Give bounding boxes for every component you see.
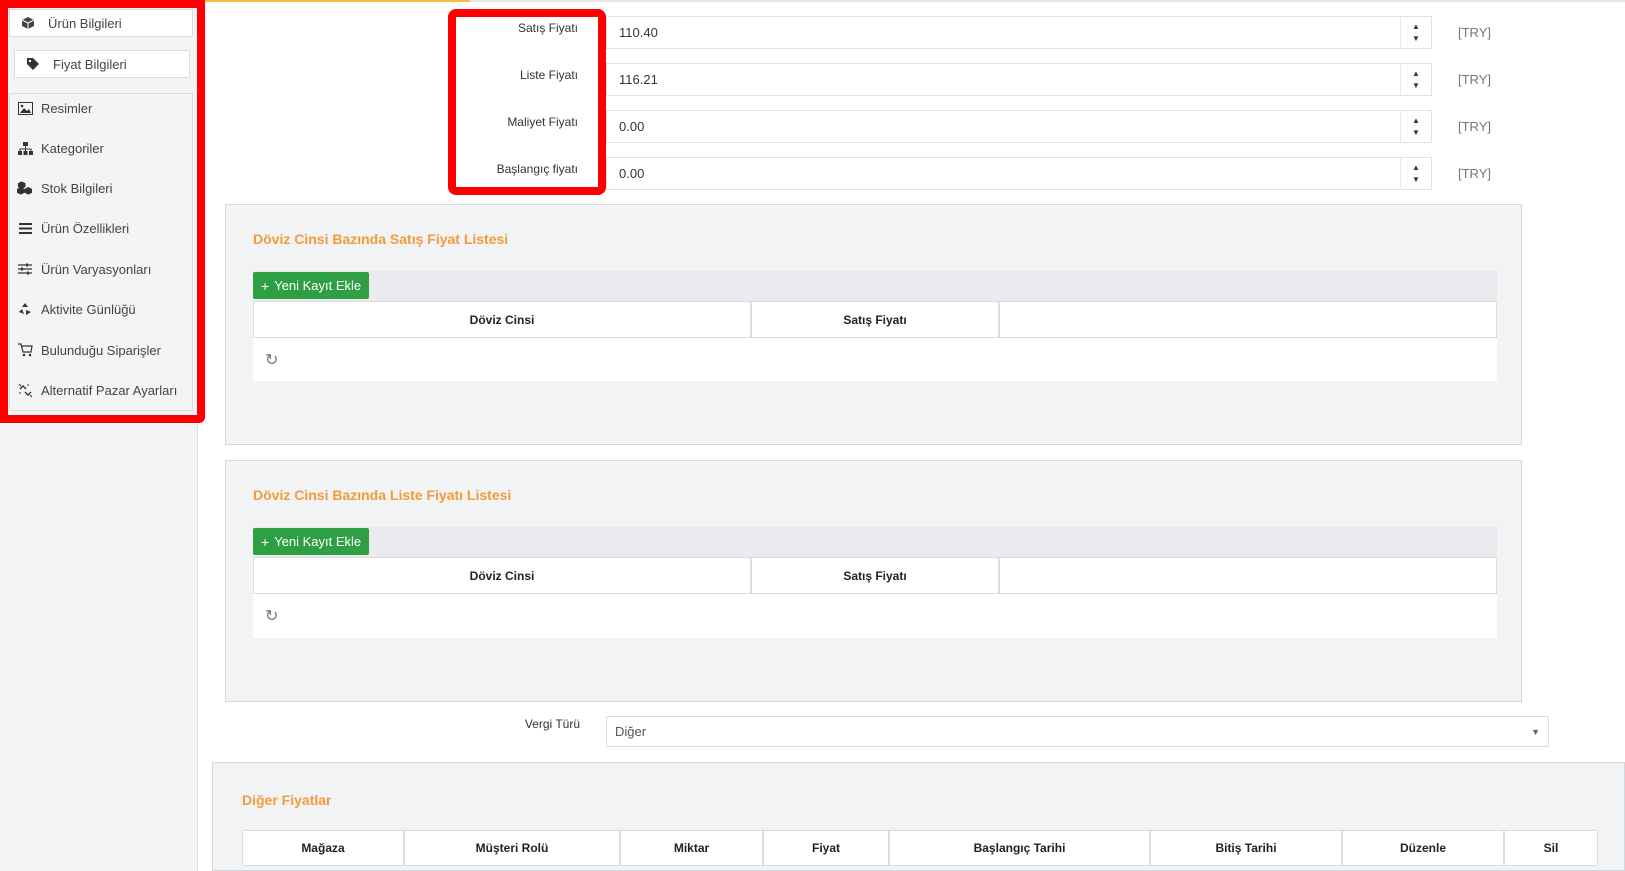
table-toolbar bbox=[253, 271, 1497, 301]
column-header-musteri-rolu[interactable]: Müşteri Rolü bbox=[404, 830, 620, 866]
liste-fiyati-input[interactable]: 116.21 ▲ ▼ bbox=[606, 63, 1432, 96]
plus-icon: + bbox=[261, 277, 270, 294]
column-header-satis-fiyati[interactable]: Satış Fiyatı bbox=[751, 301, 999, 338]
label-liste-fiyati: Liste Fiyatı bbox=[519, 68, 578, 82]
vergi-turu-select[interactable]: Diğer ▼ bbox=[606, 716, 1549, 747]
sales-price-section-title: Döviz Cinsi Bazında Satış Fiyat Listesi bbox=[253, 231, 509, 247]
column-header-magaza[interactable]: Mağaza bbox=[242, 830, 404, 866]
label-satis-fiyati: Satış Fiyatı bbox=[517, 21, 578, 35]
currency-label: [TRY] bbox=[1458, 119, 1491, 134]
column-header-fiyat[interactable]: Fiyat bbox=[763, 830, 889, 866]
table-body: ↻ bbox=[253, 338, 1497, 381]
add-record-button[interactable]: + Yeni Kayıt Ekle bbox=[253, 272, 370, 299]
column-header-baslangic-tarihi[interactable]: Başlangıç Tarihi bbox=[889, 830, 1150, 866]
satis-fiyati-input[interactable]: 110.40 ▲ ▼ bbox=[606, 16, 1432, 49]
currency-label: [TRY] bbox=[1458, 72, 1491, 87]
baslangic-fiyati-input[interactable]: 0.00 ▲ ▼ bbox=[606, 157, 1432, 190]
column-header-doviz-cinsi[interactable]: Döviz Cinsi bbox=[253, 301, 751, 338]
arrow-down-icon[interactable]: ▼ bbox=[1412, 127, 1420, 139]
caret-down-icon: ▼ bbox=[1531, 727, 1540, 737]
stepper[interactable]: ▲ ▼ bbox=[1400, 63, 1431, 96]
arrow-up-icon[interactable]: ▲ bbox=[1412, 68, 1420, 80]
list-price-section-title: Döviz Cinsi Bazında Liste Fiyatı Listesi bbox=[253, 487, 512, 503]
plus-icon: + bbox=[261, 533, 270, 550]
arrow-up-icon[interactable]: ▲ bbox=[1412, 162, 1420, 174]
label-baslangic-fiyati: Başlangıç fiyatı bbox=[496, 162, 578, 176]
arrow-up-icon[interactable]: ▲ bbox=[1412, 115, 1420, 127]
currency-label: [TRY] bbox=[1458, 166, 1491, 181]
column-header-duzenle[interactable]: Düzenle bbox=[1342, 830, 1504, 866]
stepper[interactable]: ▲ ▼ bbox=[1400, 157, 1431, 190]
column-header-doviz-cinsi[interactable]: Döviz Cinsi bbox=[253, 557, 751, 594]
column-header-satis-fiyati[interactable]: Satış Fiyatı bbox=[751, 557, 999, 594]
add-record-button[interactable]: + Yeni Kayıt Ekle bbox=[253, 528, 370, 555]
column-header-sil[interactable]: Sil bbox=[1504, 830, 1598, 866]
arrow-down-icon[interactable]: ▼ bbox=[1412, 33, 1420, 45]
table-body: ↻ bbox=[253, 594, 1497, 638]
vergi-turu-label: Vergi Türü bbox=[524, 717, 580, 731]
column-header-empty bbox=[999, 557, 1497, 594]
column-header-empty bbox=[999, 301, 1497, 338]
currency-label: [TRY] bbox=[1458, 25, 1491, 40]
arrow-up-icon[interactable]: ▲ bbox=[1412, 21, 1420, 33]
table-toolbar bbox=[253, 527, 1497, 557]
column-header-miktar[interactable]: Miktar bbox=[620, 830, 763, 866]
arrow-down-icon[interactable]: ▼ bbox=[1412, 80, 1420, 92]
refresh-icon[interactable]: ↻ bbox=[265, 350, 278, 370]
sidebar-highlight-box bbox=[0, 0, 205, 423]
label-maliyet-fiyati: Maliyet Fiyatı bbox=[507, 115, 578, 129]
refresh-icon[interactable]: ↻ bbox=[265, 606, 278, 626]
stepper[interactable]: ▲ ▼ bbox=[1400, 110, 1431, 143]
stepper[interactable]: ▲ ▼ bbox=[1400, 16, 1431, 49]
other-prices-title: Diğer Fiyatlar bbox=[242, 792, 332, 808]
maliyet-fiyati-input[interactable]: 0.00 ▲ ▼ bbox=[606, 110, 1432, 143]
top-accent-bar bbox=[198, 0, 470, 2]
column-header-bitis-tarihi[interactable]: Bitiş Tarihi bbox=[1150, 830, 1342, 866]
arrow-down-icon[interactable]: ▼ bbox=[1412, 174, 1420, 186]
